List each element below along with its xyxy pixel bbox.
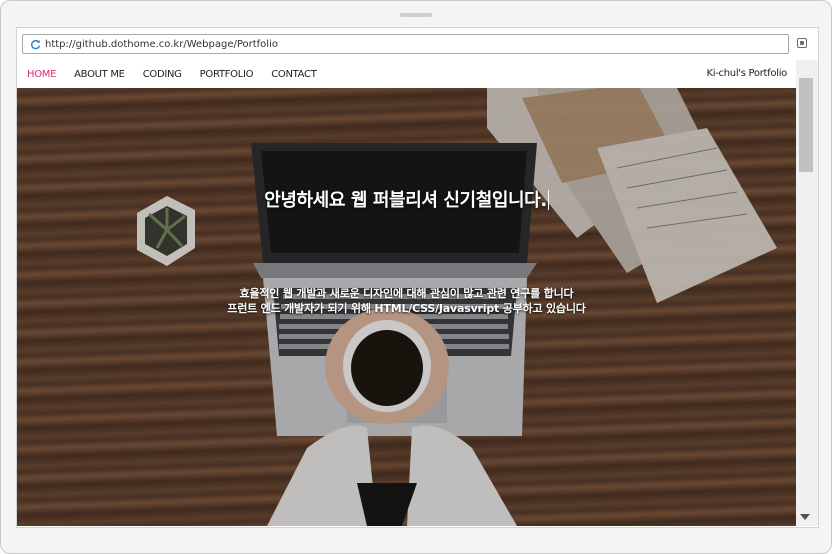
hero-title-text: 안녕하세요 웹 퍼블리셔 신기철입니다.	[264, 190, 547, 211]
hero-description: 효율적인 웹 개발과 새로운 디자인에 대해 관심이 많고 관련 연구를 합니다…	[17, 286, 796, 316]
hero-title: 안녕하세요 웹 퍼블리셔 신기철입니다.	[17, 186, 796, 212]
typing-caret	[547, 190, 549, 210]
scrollbar-thumb[interactable]	[799, 78, 813, 172]
vertical-scrollbar[interactable]	[796, 60, 818, 526]
nav-home[interactable]: HOME	[27, 69, 56, 80]
hero-description-line-2: 프런트 엔드 개발자가 되기 위해 HTML/CSS/Javasvript 공부…	[227, 302, 586, 315]
menu-icon[interactable]	[797, 38, 807, 48]
device-frame: http://github.dothome.co.kr/Webpage/Port…	[0, 0, 832, 554]
nav-portfolio[interactable]: PORTFOLIO	[200, 69, 254, 80]
hero-description-line-1: 효율적인 웹 개발과 새로운 디자인에 대해 관심이 많고 관련 연구를 합니다	[239, 287, 574, 300]
reload-icon[interactable]	[29, 38, 41, 50]
hero-section: 안녕하세요 웹 퍼블리셔 신기철입니다. 효율적인 웹 개발과 새로운 디자인에…	[17, 88, 796, 526]
site-brand[interactable]: Ki-chul's Portfolio	[707, 68, 788, 79]
nav-coding[interactable]: CODING	[143, 69, 182, 80]
url-text[interactable]: http://github.dothome.co.kr/Webpage/Port…	[45, 39, 278, 50]
web-viewport: HOME ABOUT ME CODING PORTFOLIO CONTACT K…	[17, 60, 796, 526]
drag-handle[interactable]	[400, 13, 432, 17]
scroll-down-arrow-icon[interactable]	[800, 514, 810, 520]
nav-contact[interactable]: CONTACT	[271, 69, 317, 80]
address-bar[interactable]: http://github.dothome.co.kr/Webpage/Port…	[22, 34, 789, 54]
nav-about-me[interactable]: ABOUT ME	[74, 69, 125, 80]
site-navbar: HOME ABOUT ME CODING PORTFOLIO CONTACT K…	[17, 60, 796, 88]
